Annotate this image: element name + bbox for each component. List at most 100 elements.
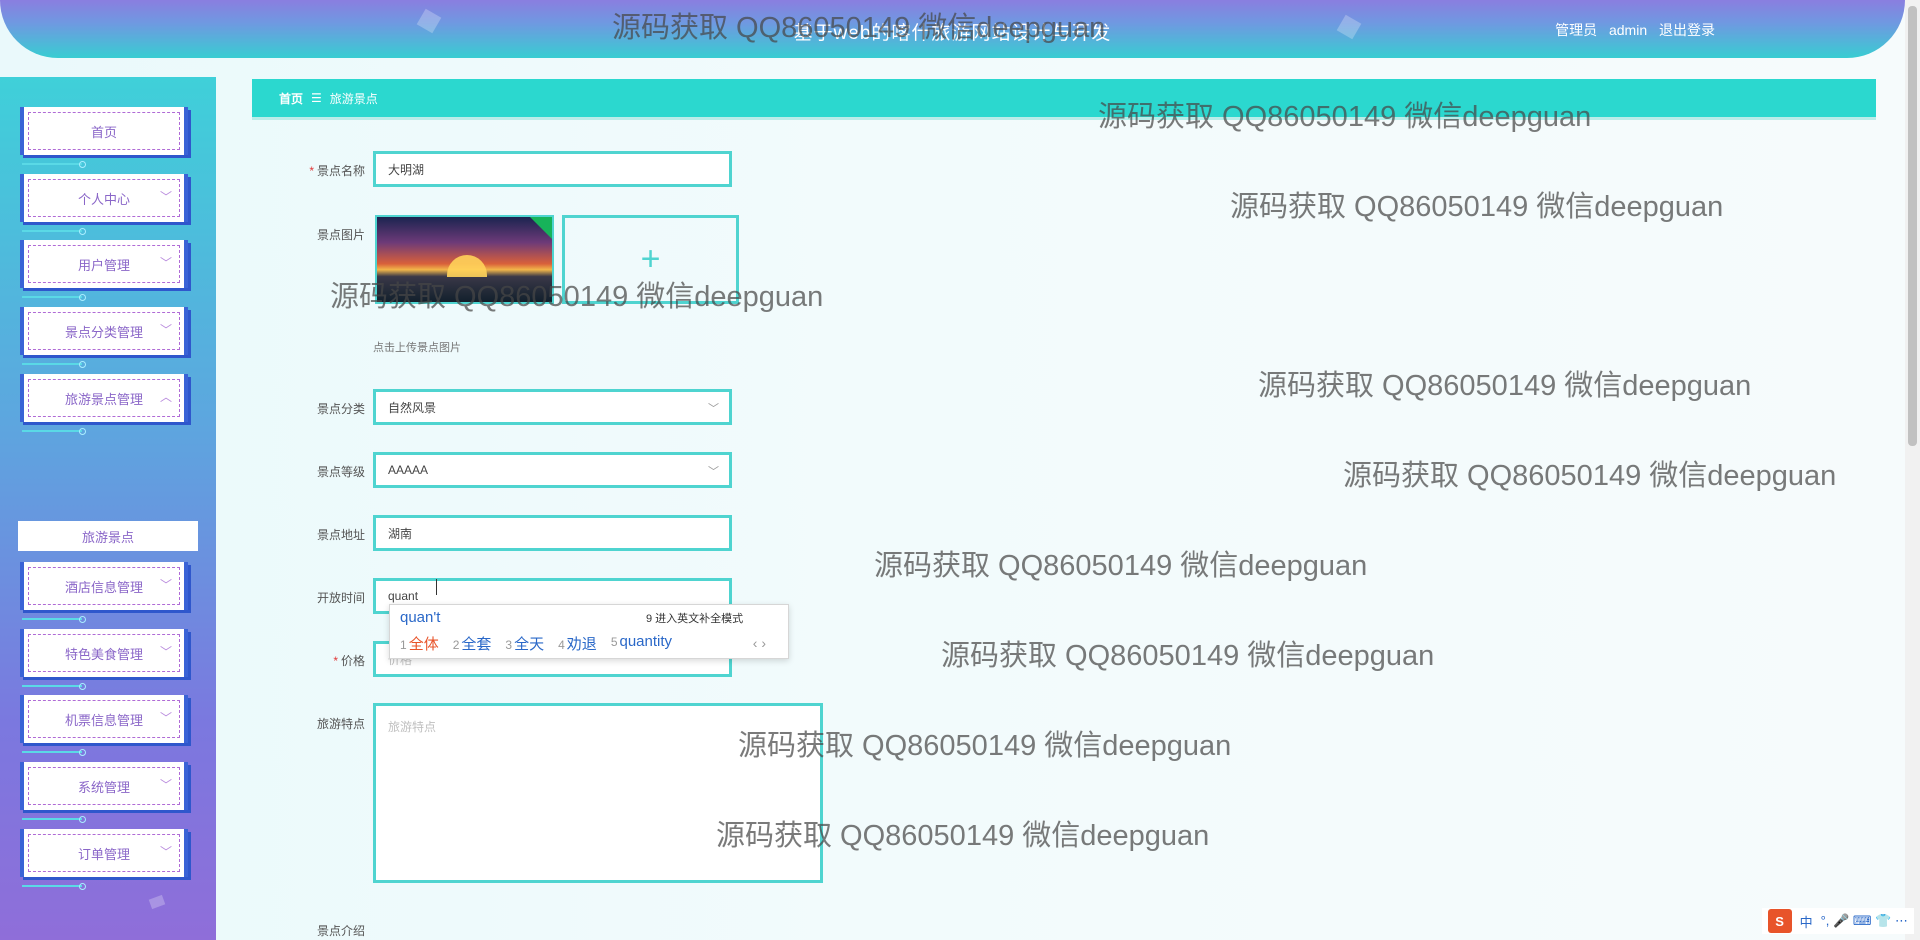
plus-icon: + bbox=[640, 240, 661, 278]
sogou-logo-icon[interactable]: S bbox=[1767, 909, 1792, 933]
watermark: 源码获取 QQ86050149 微信deepguan bbox=[1258, 370, 1752, 402]
chevron-down-icon: ﹀ bbox=[159, 845, 172, 859]
tray-symbols-icon[interactable]: °, 🎤 ⌨ 👕 ⋯ bbox=[1821, 913, 1908, 929]
sidebar-item-label: 特色美食管理 bbox=[64, 646, 143, 662]
chevron-down-icon: ﹀ bbox=[159, 256, 172, 270]
sidebar-item-food[interactable]: 特色美食管理 ﹀ bbox=[20, 629, 188, 690]
ime-composition: quan't bbox=[400, 609, 441, 626]
sidebar-item-personal-center[interactable]: 个人中心 ﹀ bbox=[20, 174, 188, 235]
ime-toolbar: S 中 °, 🎤 ⌨ 👕 ⋯ bbox=[1761, 908, 1914, 934]
breadcrumb-current: 旅游景点 bbox=[329, 91, 378, 106]
required-mark: * bbox=[309, 164, 314, 178]
chevron-down-icon: ﹀ bbox=[159, 578, 172, 592]
decoration-line bbox=[22, 616, 86, 623]
ime-candidate[interactable]: 1 全体 bbox=[400, 633, 439, 654]
sidebar-item-category[interactable]: 景点分类管理 ﹀ bbox=[20, 307, 188, 368]
candidate-number: 4 bbox=[558, 638, 565, 652]
candidate-text: 全天 bbox=[514, 636, 545, 653]
decoration-line bbox=[22, 428, 86, 435]
ime-candidate[interactable]: 5 quantity bbox=[611, 633, 672, 654]
chevron-down-icon: ﹀ bbox=[159, 778, 172, 792]
candidate-text: quantity bbox=[619, 633, 673, 650]
sidebar-item-attractions[interactable]: 旅游景点管理 ︿ bbox=[20, 374, 188, 435]
intro-label: 景点介绍 bbox=[316, 924, 365, 938]
attraction-image-thumbnail[interactable] bbox=[375, 215, 554, 304]
sidebar-decoration bbox=[148, 894, 166, 910]
candidate-number: 2 bbox=[452, 638, 460, 652]
ime-mode-hint[interactable]: 9 进入英文补全模式 bbox=[646, 610, 743, 626]
level-select[interactable]: AAAAA ﹀ bbox=[373, 452, 732, 488]
upload-image-button[interactable]: + bbox=[562, 215, 739, 304]
candidate-text: 劝退 bbox=[566, 636, 597, 653]
decoration-line bbox=[22, 294, 86, 301]
chevron-down-icon: ﹀ bbox=[708, 403, 719, 415]
sidebar-item-label: 机票信息管理 bbox=[64, 712, 143, 728]
lang-toggle[interactable]: 中 bbox=[1800, 912, 1813, 931]
chevron-down-icon: ﹀ bbox=[159, 645, 172, 659]
ime-candidate[interactable]: 3 全天 bbox=[505, 633, 544, 654]
chevron-down-icon: ﹀ bbox=[159, 323, 172, 337]
address-field[interactable]: 湖南 bbox=[373, 515, 732, 551]
user-role: 管理员 bbox=[1555, 22, 1598, 38]
sidebar-item-label: 景点分类管理 bbox=[64, 324, 143, 340]
decoration-line bbox=[22, 683, 86, 690]
image-content bbox=[447, 255, 487, 277]
sidebar-item-label: 首页 bbox=[90, 124, 117, 140]
vertical-scrollbar[interactable] bbox=[1905, 0, 1920, 940]
ime-candidate[interactable]: 4 劝退 bbox=[558, 633, 597, 654]
name-label: * 景点名称 bbox=[255, 162, 365, 179]
decoration-line bbox=[22, 161, 86, 168]
decoration-line bbox=[22, 361, 86, 368]
decoration-line bbox=[22, 816, 86, 823]
candidate-text: 全套 bbox=[461, 636, 492, 653]
sidebar-item-label: 个人中心 bbox=[77, 191, 130, 207]
breadcrumb-home[interactable]: 首页 bbox=[279, 90, 303, 107]
name-field[interactable]: 大明湖 bbox=[373, 151, 732, 187]
decoration-line bbox=[22, 749, 86, 756]
category-label: 景点分类 bbox=[316, 402, 365, 416]
sidebar-item-users[interactable]: 用户管理 ﹀ bbox=[20, 240, 188, 301]
sidebar-item-hotels[interactable]: 酒店信息管理 ﹀ bbox=[20, 562, 188, 623]
sidebar-item-label: 旅游景点管理 bbox=[64, 391, 143, 407]
category-value: 自然风景 bbox=[388, 400, 437, 415]
ime-candidate[interactable]: 2 全套 bbox=[453, 633, 492, 654]
candidate-text: 全体 bbox=[408, 636, 439, 653]
username: admin bbox=[1608, 22, 1648, 38]
features-label: 旅游特点 bbox=[316, 717, 365, 731]
sidebar-item-system[interactable]: 系统管理 ﹀ bbox=[20, 762, 188, 823]
chevron-down-icon: ﹀ bbox=[159, 711, 172, 725]
ime-candidates: 1 全体 2 全套 3 全天 4 劝退 5 quantity bbox=[400, 633, 672, 654]
image-label: 景点图片 bbox=[316, 228, 365, 242]
open-time-label: 开放时间 bbox=[316, 591, 365, 605]
breadcrumb: 首页 ☰ 旅游景点 bbox=[252, 79, 1876, 117]
sidebar-item-tickets[interactable]: 机票信息管理 ﹀ bbox=[20, 695, 188, 756]
sidebar-item-home[interactable]: 首页 bbox=[20, 107, 188, 168]
sidebar-item-label: 用户管理 bbox=[77, 257, 130, 273]
ime-page-arrows[interactable]: ‹ › bbox=[753, 635, 766, 651]
chevron-down-icon: ﹀ bbox=[708, 466, 719, 478]
sidebar: 首页 个人中心 ﹀ 用户管理 ﹀ 景点分类管理 ﹀ 旅游景点管理 ︿ 旅游景点 … bbox=[0, 77, 216, 940]
upload-hint: 点击上传景点图片 bbox=[373, 342, 461, 354]
candidate-number: 1 bbox=[400, 638, 407, 652]
decoration-line bbox=[22, 883, 86, 890]
sidebar-subitem-attractions[interactable]: 旅游景点 bbox=[18, 521, 198, 551]
user-area: 管理员 admin 退出登录 bbox=[1547, 20, 1715, 40]
name-label-text: 景点名称 bbox=[316, 164, 365, 178]
text-cursor bbox=[436, 579, 437, 595]
price-label: * 价格 bbox=[255, 652, 365, 669]
category-select[interactable]: 自然风景 ﹀ bbox=[373, 389, 732, 425]
logout-link[interactable]: 退出登录 bbox=[1659, 22, 1715, 38]
watermark: 源码获取 QQ86050149 微信deepguan bbox=[941, 640, 1435, 672]
level-label: 景点等级 bbox=[316, 465, 365, 479]
watermark: 源码获取 QQ86050149 微信deepguan bbox=[1230, 191, 1724, 223]
required-mark: * bbox=[333, 654, 338, 668]
sidebar-item-orders[interactable]: 订单管理 ﹀ bbox=[20, 829, 188, 890]
sidebar-item-label: 系统管理 bbox=[77, 779, 130, 795]
sidebar-item-label: 订单管理 bbox=[77, 846, 130, 862]
watermark: 源码获取 QQ86050149 微信deepguan bbox=[874, 550, 1368, 582]
chevron-up-icon: ︿ bbox=[159, 390, 172, 404]
scrollbar-thumb[interactable] bbox=[1908, 6, 1917, 446]
chevron-down-icon: ﹀ bbox=[159, 190, 172, 204]
candidate-number: 3 bbox=[505, 638, 513, 652]
features-textarea[interactable]: 旅游特点 bbox=[373, 703, 823, 883]
